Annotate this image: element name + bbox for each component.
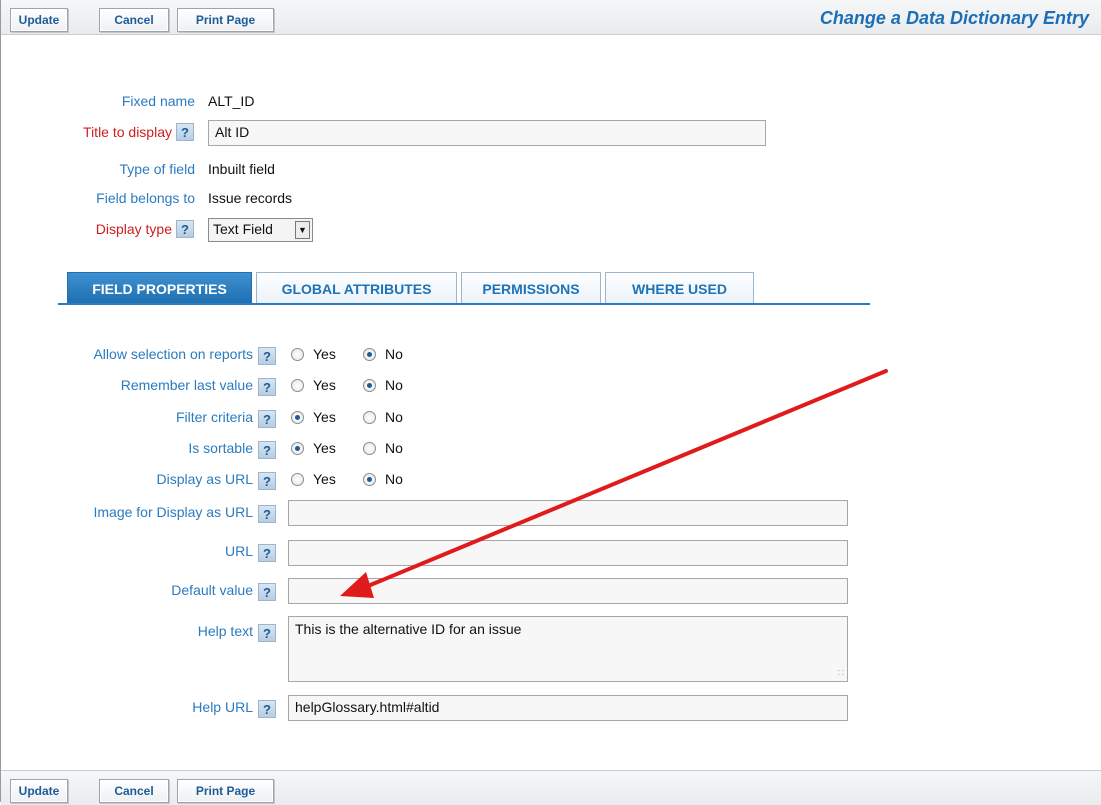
- update-button[interactable]: Update: [10, 779, 68, 803]
- bottom-toolbar: Update Cancel Print Page: [1, 770, 1101, 805]
- print-page-button[interactable]: Print Page: [177, 779, 274, 803]
- annotation-arrow-icon: [340, 369, 888, 598]
- annotation-arrow-head: [340, 572, 374, 598]
- annotation-arrow-shaft: [366, 369, 888, 588]
- cancel-button[interactable]: Cancel: [99, 779, 169, 803]
